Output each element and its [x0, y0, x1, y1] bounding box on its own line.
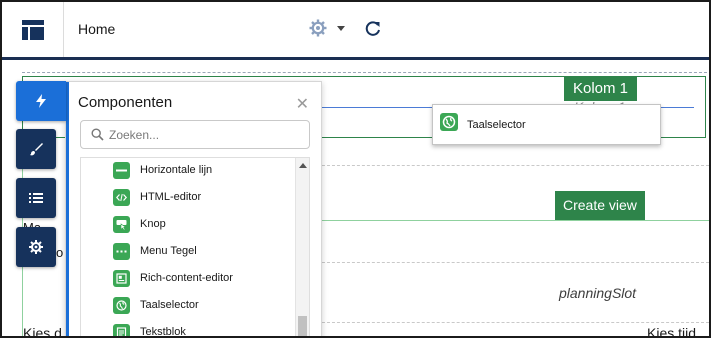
component-horizontale-lijn[interactable]: Horizontale lijn — [113, 160, 212, 180]
panel-accent-bar — [66, 82, 69, 336]
list-item-label: Horizontale lijn — [140, 164, 213, 176]
dragged-component-label: Taalselector — [467, 119, 526, 131]
canvas-text-fragment: o — [56, 245, 64, 260]
page-settings-menu-button[interactable] — [309, 19, 345, 37]
gear-icon — [309, 19, 327, 37]
kies-tijd-label: Kies tijd — [647, 325, 697, 338]
row-divider — [322, 262, 709, 263]
scrollbar-thumb[interactable] — [298, 316, 307, 336]
gear-icon — [29, 240, 43, 254]
search-input[interactable] — [109, 125, 304, 145]
list-item-label: HTML-editor — [140, 191, 202, 203]
create-view-button[interactable]: Create view — [555, 191, 645, 220]
menu-tile-icon — [113, 242, 130, 260]
component-knop[interactable]: Knop — [113, 214, 166, 234]
component-list[interactable]: Horizontale lijn HTML-editor Knop Menu T… — [80, 157, 310, 338]
search-icon — [91, 128, 104, 141]
list-item-label: Knop — [140, 218, 166, 230]
planning-slot-placeholder: planningSlot — [559, 285, 637, 301]
app-launcher-button[interactable] — [2, 2, 64, 57]
components-panel: Componenten ✕ Horizontale lijn HTML-edit… — [65, 81, 322, 338]
dragged-component-taalselector[interactable]: Taalselector — [432, 104, 661, 145]
lightning-icon — [36, 94, 46, 108]
rich-content-icon — [113, 269, 130, 287]
chevron-down-icon — [337, 25, 345, 31]
list-icon — [29, 193, 43, 203]
component-menu-tegel[interactable]: Menu Tegel — [113, 241, 197, 261]
refresh-icon[interactable] — [364, 20, 382, 38]
button-icon — [113, 215, 130, 233]
kies-datum-label: Kies d — [23, 325, 62, 338]
divider-icon — [113, 161, 130, 179]
page-structure-tab[interactable] — [16, 178, 56, 218]
component-taalselector[interactable]: Taalselector — [113, 295, 199, 315]
components-tab[interactable] — [16, 81, 66, 121]
text-block-icon — [113, 323, 130, 336]
experience-builder: Home Kolom 1 Kolom 1 — [0, 0, 711, 338]
list-item-label: Menu Tegel — [140, 245, 197, 257]
globe-icon — [440, 113, 458, 131]
builder-header: Home — [2, 2, 709, 60]
settings-tab[interactable] — [16, 227, 56, 267]
component-rich-content-editor[interactable]: Rich-content-editor — [113, 268, 233, 288]
panel-title: Componenten — [78, 94, 173, 111]
theme-tab[interactable] — [16, 129, 56, 169]
component-tekstblok[interactable]: Tekstblok — [113, 322, 186, 338]
row-divider — [322, 165, 709, 166]
row-divider — [322, 322, 709, 323]
brush-icon — [30, 143, 43, 156]
section-dashed-border — [22, 72, 709, 73]
list-item-label: Tekstblok — [140, 326, 186, 338]
close-icon[interactable]: ✕ — [296, 94, 309, 114]
chevron-up-icon[interactable] — [299, 163, 307, 168]
component-search[interactable] — [80, 120, 310, 149]
component-html-editor[interactable]: HTML-editor — [113, 187, 201, 207]
row-divider-highlighted — [322, 220, 709, 221]
page-name-dropdown[interactable]: Home — [78, 21, 115, 37]
list-item-label: Taalselector — [140, 299, 199, 311]
app-launcher-icon — [21, 19, 44, 40]
list-scrollbar[interactable] — [295, 158, 309, 336]
code-icon — [113, 188, 130, 206]
globe-icon — [113, 296, 130, 314]
list-item-label: Rich-content-editor — [140, 272, 233, 284]
column-label-tag[interactable]: Kolom 1 — [564, 77, 638, 101]
